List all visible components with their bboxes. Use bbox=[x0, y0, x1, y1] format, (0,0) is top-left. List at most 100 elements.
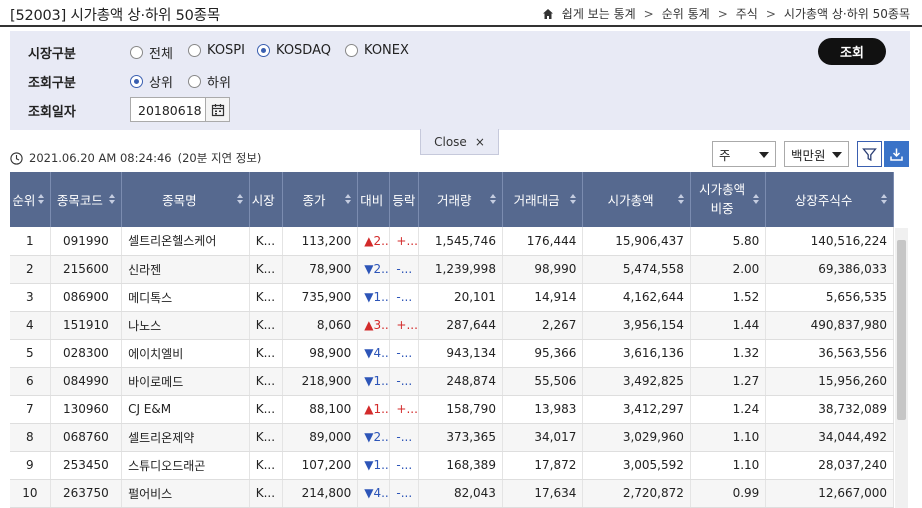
close-panel-button[interactable]: Close × bbox=[420, 129, 499, 155]
query-radio-bottom[interactable]: 하위 bbox=[188, 72, 231, 91]
cell-code: 253450 bbox=[50, 451, 123, 480]
table-row[interactable]: 4 151910 나노스 K... 8,060 ▲3... +... 287,644 2,267… bbox=[10, 311, 894, 340]
table-row[interactable]: 9 253450 스튜디오드래곤 K... 107,200 ▼1... -... 168,38… bbox=[10, 451, 894, 480]
radio-selected-icon[interactable] bbox=[130, 75, 143, 88]
breadcrumb-item[interactable]: 쉽게 보는 통계 bbox=[562, 5, 636, 22]
clock-icon bbox=[10, 151, 23, 165]
unit-select[interactable]: 백만원 bbox=[784, 141, 849, 167]
page-title: [52003] 시가총액 상·하위 50종목 bbox=[10, 8, 220, 24]
col-header-close[interactable]: 종가 bbox=[282, 172, 359, 227]
query-radio-top[interactable]: 상위 bbox=[130, 72, 173, 91]
cell-shares: 12,667,000 bbox=[765, 479, 894, 508]
cell-value: 17,872 bbox=[502, 451, 584, 480]
cell-market: K... bbox=[249, 339, 283, 368]
col-header-marketcap[interactable]: 시가총액 bbox=[582, 172, 691, 227]
sort-icon[interactable] bbox=[489, 194, 496, 206]
vertical-scrollbar[interactable] bbox=[895, 228, 908, 508]
cell-shares: 490,837,980 bbox=[765, 311, 894, 340]
cell-close: 735,900 bbox=[282, 283, 359, 312]
market-radio-kosdaq[interactable]: KOSDAQ bbox=[257, 43, 331, 58]
cell-value: 176,444 bbox=[502, 227, 584, 256]
cell-marketcap: 3,616,136 bbox=[582, 339, 691, 368]
filter-button[interactable] bbox=[857, 141, 882, 167]
sort-icon[interactable] bbox=[677, 194, 684, 206]
col-header-rate[interactable]: 등락 bbox=[389, 172, 419, 227]
download-icon bbox=[890, 148, 903, 161]
table-row[interactable]: 10 263750 펄어비스 K... 214,800 ▼4... -... 82,043 17… bbox=[10, 479, 894, 508]
cell-shares: 34,044,492 bbox=[765, 423, 894, 452]
cell-shares: 15,956,260 bbox=[765, 367, 894, 396]
col-header-weight[interactable]: 시가총액 비중 bbox=[690, 172, 767, 227]
cell-marketcap: 3,005,592 bbox=[582, 451, 691, 480]
cell-change: ▼4... bbox=[357, 339, 391, 368]
breadcrumb-item[interactable]: 주식 bbox=[736, 5, 758, 22]
radio-icon[interactable] bbox=[188, 75, 201, 88]
cell-close: 107,200 bbox=[282, 451, 359, 480]
scrollbar-thumb[interactable] bbox=[897, 240, 906, 420]
breadcrumb-separator-icon: > bbox=[765, 6, 776, 21]
table-row[interactable]: 8 068760 셀트리온제약 K... 89,000 ▼2... -... 373,365 3… bbox=[10, 423, 894, 452]
col-header-change[interactable]: 대비 bbox=[357, 172, 391, 227]
sort-icon[interactable] bbox=[37, 194, 44, 206]
table-row[interactable]: 6 084990 바이로메드 K... 218,900 ▼1... -... 248,874 5… bbox=[10, 367, 894, 396]
close-icon[interactable]: × bbox=[475, 135, 485, 149]
download-button[interactable] bbox=[884, 141, 909, 167]
date-input[interactable]: 20180618 bbox=[130, 97, 230, 122]
cell-weight: 5.80 bbox=[690, 227, 767, 256]
cell-weight: 1.44 bbox=[690, 311, 767, 340]
col-header-code[interactable]: 종목코드 bbox=[50, 172, 123, 227]
sort-icon[interactable] bbox=[881, 194, 887, 206]
sort-icon[interactable] bbox=[753, 194, 760, 206]
cell-volume: 158,790 bbox=[418, 395, 503, 424]
radio-icon[interactable] bbox=[345, 44, 358, 57]
cell-close: 89,000 bbox=[282, 423, 359, 452]
search-button[interactable]: 조회 bbox=[818, 38, 886, 65]
sort-icon[interactable] bbox=[109, 194, 116, 206]
cell-change: ▼1... bbox=[357, 367, 391, 396]
cell-change: ▲1... bbox=[357, 395, 391, 424]
market-radio-kospi[interactable]: KOSPI bbox=[188, 43, 245, 58]
breadcrumb-item[interactable]: 순위 통계 bbox=[662, 5, 710, 22]
sort-icon[interactable] bbox=[570, 194, 577, 206]
col-header-volume[interactable]: 거래량 bbox=[418, 172, 503, 227]
col-header-value[interactable]: 거래대금 bbox=[502, 172, 584, 227]
cell-close: 218,900 bbox=[282, 367, 359, 396]
market-radio-all[interactable]: 전체 bbox=[130, 43, 173, 62]
table-row[interactable]: 2 215600 신라젠 K... 78,900 ▼2... -... 1,239,998 98… bbox=[10, 255, 894, 284]
cell-rate: +... bbox=[389, 395, 419, 424]
status-row: 2021.06.20 AM 08:24:46 (20분 지연 정보) bbox=[10, 150, 261, 166]
table-row[interactable]: 5 028300 에이치엘비 K... 98,900 ▼4... -... 943,134 95… bbox=[10, 339, 894, 368]
radio-selected-icon[interactable] bbox=[257, 44, 270, 57]
cell-rank: 3 bbox=[10, 283, 51, 312]
table-row[interactable]: 1 091990 셀트리온헬스케어 K... 113,200 ▲2... +... 1,545… bbox=[10, 227, 894, 256]
cell-marketcap: 3,492,825 bbox=[582, 367, 691, 396]
cell-market: K... bbox=[249, 367, 283, 396]
period-select[interactable]: 주 bbox=[712, 141, 776, 167]
cell-rate: -... bbox=[389, 451, 419, 480]
cell-name: 펄어비스 bbox=[121, 479, 250, 508]
col-header-market[interactable]: 시장 bbox=[249, 172, 283, 227]
cell-volume: 168,389 bbox=[418, 451, 503, 480]
table-row[interactable]: 3 086900 메디톡스 K... 735,900 ▼1... -... 20,101 14,… bbox=[10, 283, 894, 312]
cell-value: 14,914 bbox=[502, 283, 584, 312]
market-radio-konex[interactable]: KONEX bbox=[345, 43, 409, 58]
calendar-icon[interactable] bbox=[205, 98, 229, 121]
col-header-rank[interactable]: 순위 bbox=[10, 172, 51, 227]
cell-weight: 2.00 bbox=[690, 255, 767, 284]
col-header-name[interactable]: 종목명 bbox=[121, 172, 250, 227]
radio-icon[interactable] bbox=[130, 46, 143, 59]
table-row[interactable]: 7 130960 CJ E&M K... 88,100 ▲1... +... 158,790 1… bbox=[10, 395, 894, 424]
cell-shares: 5,656,535 bbox=[765, 283, 894, 312]
home-icon[interactable] bbox=[542, 8, 554, 20]
cell-weight: 1.32 bbox=[690, 339, 767, 368]
cell-name: 스튜디오드래곤 bbox=[121, 451, 250, 480]
sort-icon[interactable] bbox=[345, 194, 352, 206]
cell-name: 바이로메드 bbox=[121, 367, 250, 396]
cell-change: ▲2... bbox=[357, 227, 391, 256]
cell-weight: 1.24 bbox=[690, 395, 767, 424]
sort-icon[interactable] bbox=[236, 194, 243, 206]
radio-icon[interactable] bbox=[188, 44, 201, 57]
date-value[interactable]: 20180618 bbox=[131, 98, 205, 121]
cell-market: K... bbox=[249, 451, 283, 480]
col-header-shares[interactable]: 상장주식수 bbox=[765, 172, 894, 227]
